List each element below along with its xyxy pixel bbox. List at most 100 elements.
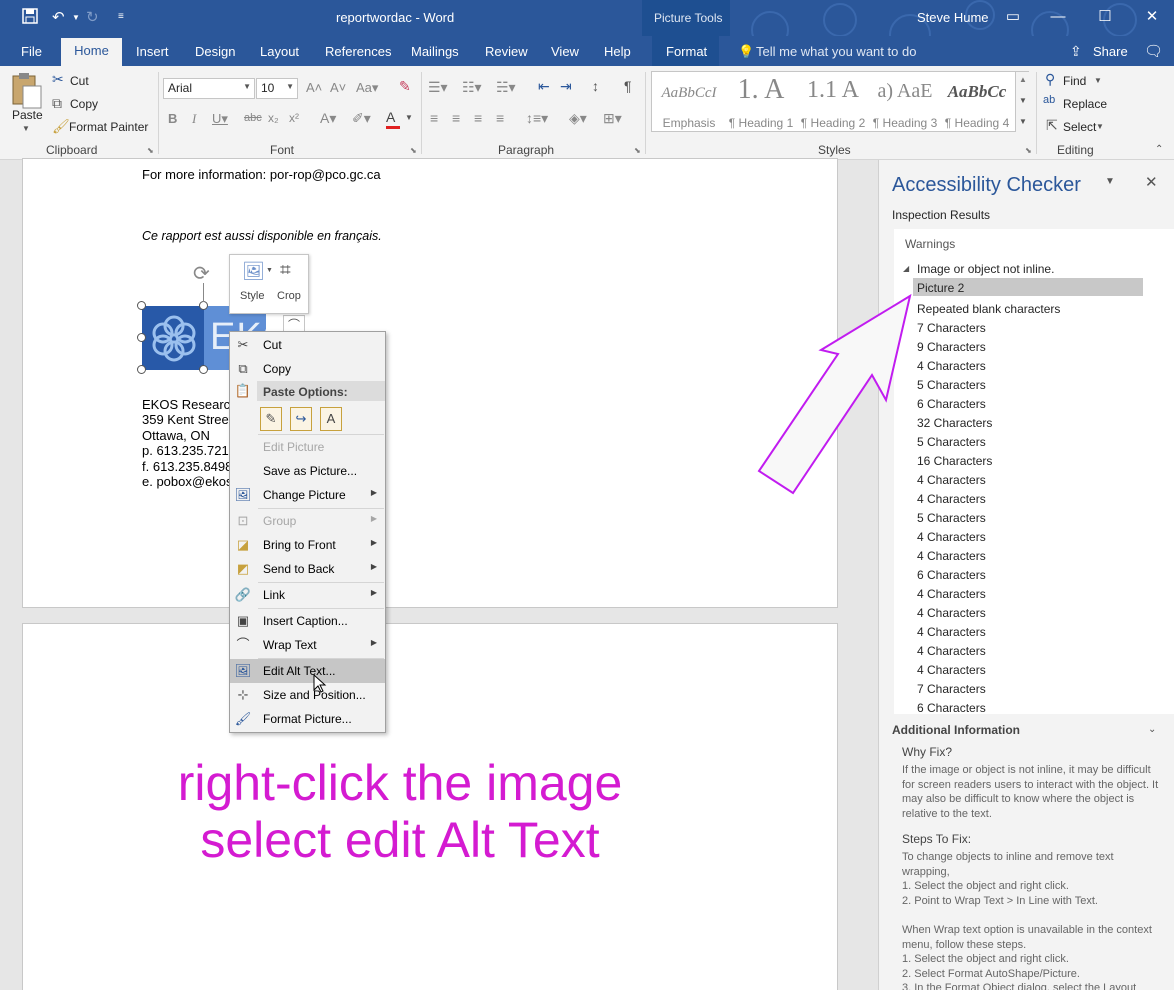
warning-item[interactable]: 4 Characters — [917, 492, 986, 506]
align-center-icon[interactable]: ≡ — [452, 110, 460, 126]
select-cursor-icon[interactable]: ⇱ — [1046, 117, 1058, 134]
chevron-up-icon[interactable]: ▲ — [1019, 75, 1027, 84]
bullets-icon[interactable]: ☰▾ — [428, 79, 448, 96]
tab-help[interactable]: Help — [604, 44, 631, 59]
tab-file[interactable]: File — [21, 44, 42, 59]
tab-format[interactable]: Format — [666, 44, 707, 59]
sort-icon[interactable]: ↕ — [592, 78, 599, 94]
save-icon[interactable] — [22, 8, 38, 28]
style-heading-3[interactable]: a) AaE ¶ Heading 3 — [869, 72, 941, 132]
close-button[interactable]: ✕ — [1137, 6, 1167, 28]
replace-button[interactable]: Replace — [1063, 97, 1107, 111]
warning-item[interactable]: 16 Characters — [917, 454, 992, 468]
ribbon-display-options-icon[interactable]: ▭ — [998, 6, 1028, 28]
replace-icon[interactable]: ab — [1043, 94, 1055, 106]
clipboard-launcher-icon[interactable]: ⬊ — [147, 146, 154, 155]
warning-item[interactable]: 9 Characters — [917, 340, 986, 354]
pane-options-icon[interactable]: ▼ — [1105, 176, 1115, 187]
font-color-icon[interactable]: A — [386, 109, 395, 125]
tab-design[interactable]: Design — [195, 44, 235, 59]
tab-layout[interactable]: Layout — [260, 44, 299, 59]
menu-item-edit-alt-text[interactable]: 🖼 Edit Alt Text... — [230, 659, 385, 683]
menu-item-save-as-picture[interactable]: Save as Picture... — [230, 459, 385, 483]
copy-button[interactable]: Copy — [70, 97, 98, 111]
tab-view[interactable]: View — [551, 44, 579, 59]
user-name[interactable]: Steve Hume — [917, 10, 989, 25]
resize-handle[interactable] — [199, 365, 208, 374]
multilevel-list-icon[interactable]: ☵▾ — [496, 79, 516, 96]
paste-dropdown-icon[interactable]: ▼ — [22, 124, 30, 133]
style-heading-2[interactable]: 1.1 A ¶ Heading 2 — [797, 72, 869, 132]
rotate-handle-icon[interactable]: ⟳ — [193, 261, 210, 286]
menu-item-bring-to-front[interactable]: ◪ Bring to Front ▶ — [230, 533, 385, 557]
tell-me-search[interactable]: Tell me what you want to do — [756, 44, 916, 59]
highlight-color-icon[interactable]: ✐▾ — [352, 110, 371, 127]
copy-icon[interactable]: ⧉ — [52, 95, 62, 112]
warning-group-header[interactable]: Image or object not inline. — [917, 262, 1054, 276]
underline-icon[interactable]: U▾ — [212, 111, 228, 127]
warning-item[interactable]: 5 Characters — [917, 511, 986, 525]
warning-item[interactable]: 4 Characters — [917, 587, 986, 601]
chevron-down-icon[interactable]: ▼ — [405, 113, 413, 122]
borders-icon[interactable]: ⊞▾ — [603, 110, 622, 127]
paragraph-launcher-icon[interactable]: ⬊ — [634, 146, 641, 155]
crop-icon[interactable]: ⌗ — [280, 260, 291, 282]
bold-icon[interactable]: B — [168, 111, 177, 126]
paste-keep-formatting-icon[interactable]: ✎ — [260, 407, 282, 431]
decrease-indent-icon[interactable]: ⇤ — [538, 78, 550, 95]
resize-handle[interactable] — [137, 365, 146, 374]
warning-item[interactable]: 4 Characters — [917, 473, 986, 487]
superscript-icon[interactable]: x² — [289, 111, 299, 125]
styles-launcher-icon[interactable]: ⬊ — [1025, 146, 1032, 155]
increase-indent-icon[interactable]: ⇥ — [560, 78, 572, 95]
chevron-down-icon[interactable]: ▼ — [1094, 76, 1102, 85]
warning-item[interactable]: 7 Characters — [917, 682, 986, 696]
undo-icon[interactable]: ↶ — [52, 8, 65, 26]
change-case-icon[interactable]: Aa▾ — [356, 80, 378, 96]
menu-item-format-picture[interactable]: 🖌 Format Picture... — [230, 707, 385, 731]
style-button[interactable]: Style — [240, 290, 264, 302]
select-button[interactable]: Select — [1063, 120, 1096, 134]
page-1[interactable] — [22, 158, 838, 608]
menu-item-change-picture[interactable]: 🖼 Change Picture ▶ — [230, 483, 385, 507]
resize-handle[interactable] — [137, 333, 146, 342]
warning-item[interactable]: 4 Characters — [917, 530, 986, 544]
picture-style-icon[interactable]: 🖼 — [242, 261, 265, 282]
customize-qat-icon[interactable]: ≡ — [118, 11, 124, 22]
warning-item[interactable]: 4 Characters — [917, 606, 986, 620]
style-heading-4[interactable]: AaBbCc ¶ Heading 4 — [941, 72, 1013, 132]
paste-icon[interactable] — [10, 72, 44, 112]
find-icon[interactable]: ⚲ — [1045, 71, 1055, 88]
menu-item-wrap-text[interactable]: ⌒ Wrap Text ▶ — [230, 633, 385, 657]
italic-icon[interactable]: I — [192, 111, 196, 127]
styles-scroll[interactable]: ▲ ▼ ▼ — [1015, 72, 1029, 132]
tab-mailings[interactable]: Mailings — [411, 44, 459, 59]
format-painter-button[interactable]: Format Painter — [69, 120, 148, 134]
minimize-button[interactable]: — — [1043, 6, 1073, 28]
style-emphasis[interactable]: AaBbCcI Emphasis — [653, 72, 725, 132]
tab-insert[interactable]: Insert — [136, 44, 169, 59]
menu-item-send-to-back[interactable]: ◩ Send to Back ▶ — [230, 557, 385, 581]
font-size-combo[interactable]: 10 ▼ — [256, 78, 298, 99]
warning-item[interactable]: Repeated blank characters — [917, 302, 1060, 316]
crop-button[interactable]: Crop — [277, 290, 301, 302]
format-painter-icon[interactable]: 🖌 — [52, 118, 70, 135]
warning-item[interactable]: 4 Characters — [917, 663, 986, 677]
warning-item[interactable]: 5 Characters — [917, 435, 986, 449]
chevron-down-icon[interactable]: ▼ — [1096, 122, 1104, 131]
undo-dropdown-icon[interactable]: ▼ — [72, 13, 80, 22]
warning-item-selected[interactable]: Picture 2 — [917, 281, 964, 295]
maximize-button[interactable]: ☐ — [1090, 6, 1120, 28]
line-spacing-icon[interactable]: ↕≡▾ — [526, 110, 548, 127]
chevron-down-icon[interactable]: ▼ — [1019, 96, 1027, 105]
warning-item[interactable]: 6 Characters — [917, 568, 986, 582]
collapse-ribbon-icon[interactable]: ⌃ — [1155, 144, 1163, 155]
paste-text-only-icon[interactable]: A — [320, 407, 342, 431]
menu-item-cut[interactable]: ✂ Cut — [230, 333, 385, 357]
find-button[interactable]: Find — [1063, 74, 1086, 88]
additional-information-heading[interactable]: Additional Information — [892, 723, 1020, 737]
share-icon[interactable]: ⇪ — [1070, 43, 1082, 60]
show-formatting-marks-icon[interactable]: ¶ — [624, 78, 632, 94]
chevron-down-icon[interactable]: ⌄ — [1148, 724, 1156, 735]
cut-button[interactable]: Cut — [70, 74, 89, 88]
